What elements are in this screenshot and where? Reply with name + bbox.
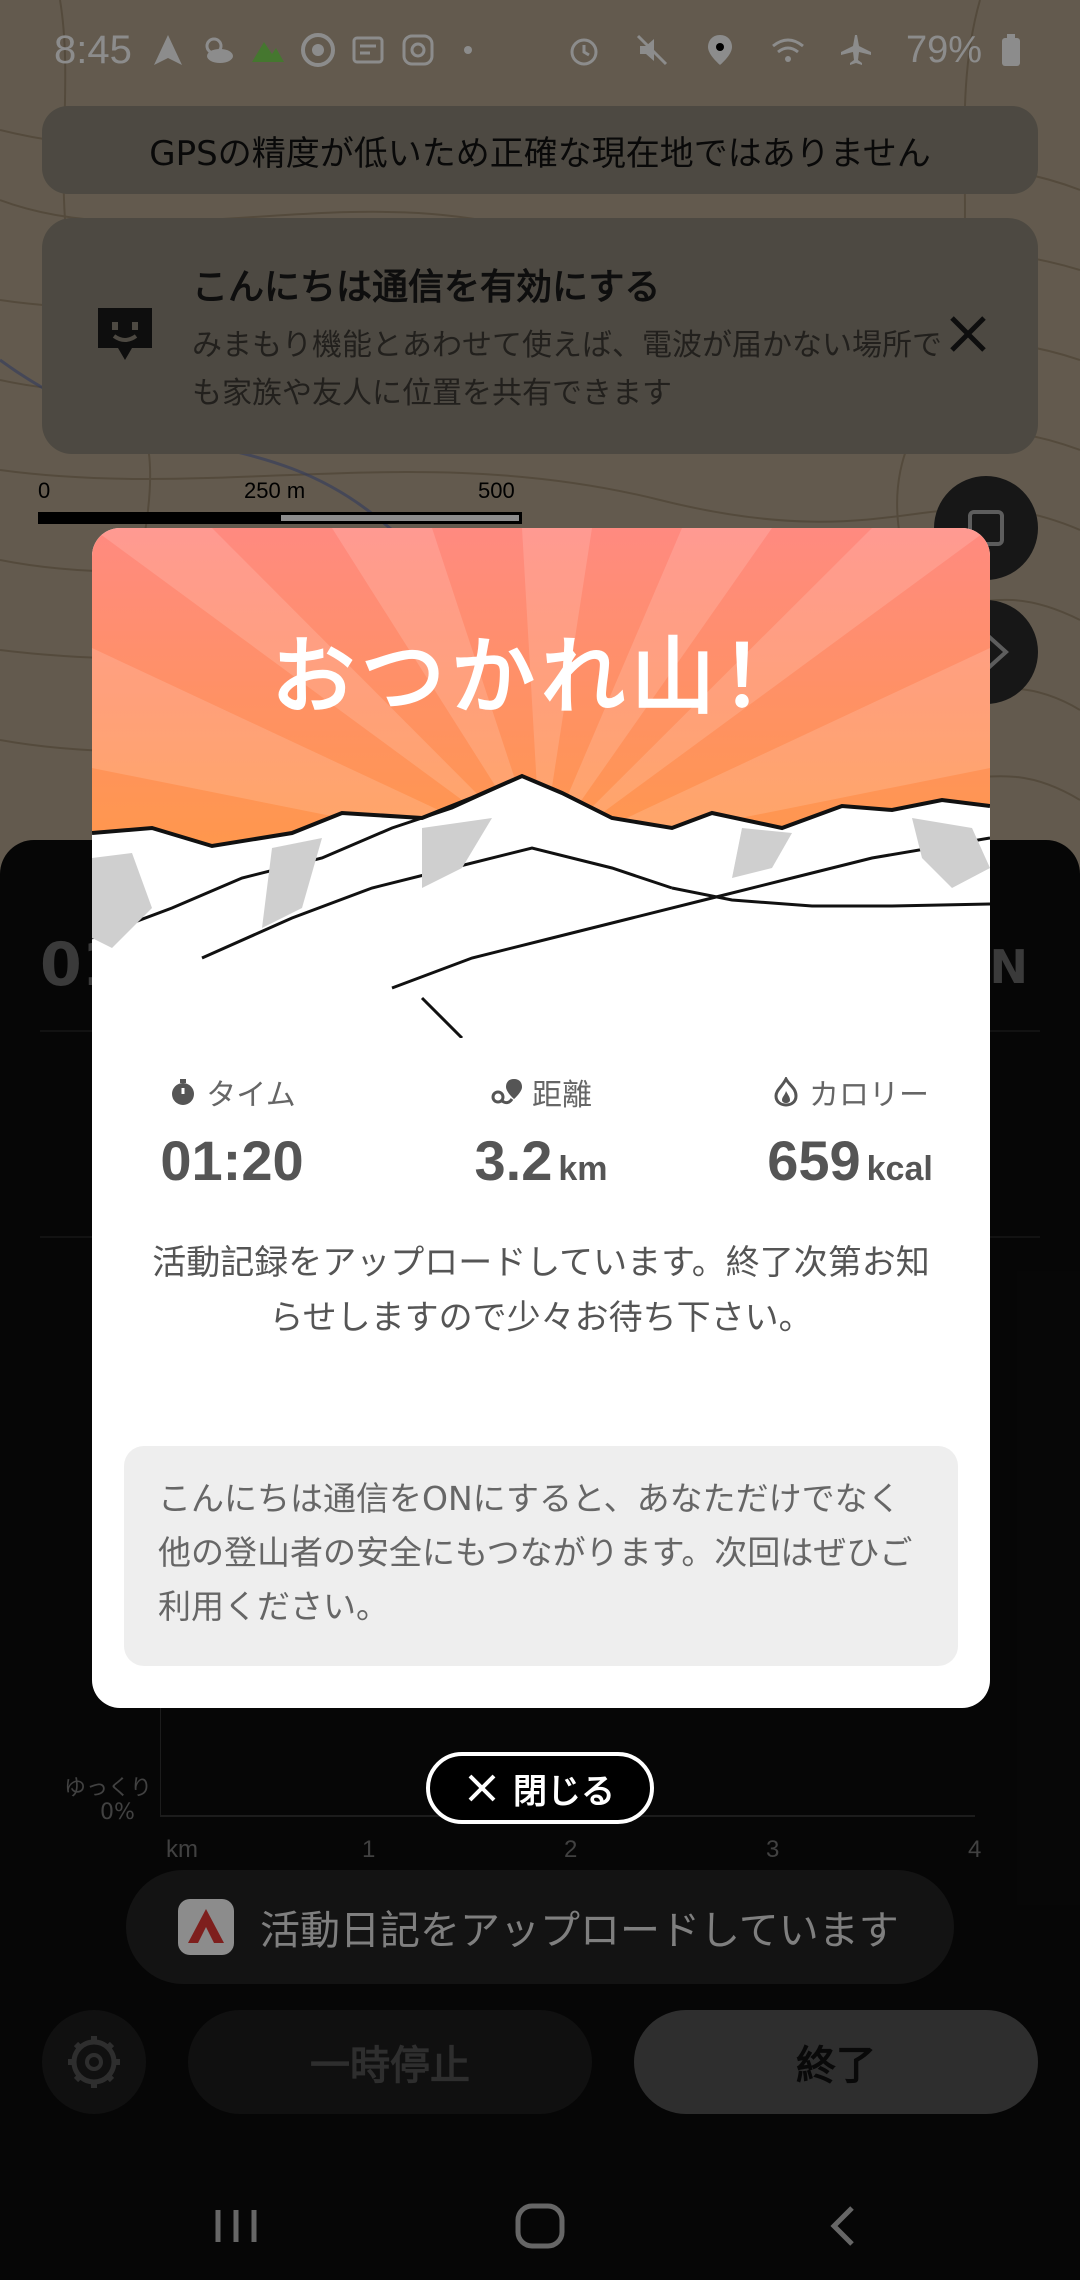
stat-distance-label: 距離 (532, 1078, 592, 1113)
stat-calories-label: カロリー (809, 1078, 929, 1113)
stat-calories-unit: kcal (866, 1150, 933, 1188)
flame-icon (774, 1077, 798, 1107)
close-dialog-button[interactable]: 閉じる (426, 1752, 654, 1824)
stat-calories-value: 659 (767, 1129, 861, 1192)
stat-time-value: 01:20 (160, 1129, 304, 1192)
stat-distance: 距離 3.2 km (391, 1070, 691, 1193)
stat-distance-unit: km (558, 1150, 608, 1188)
close-dialog-label: 閉じる (513, 1771, 615, 1812)
stopwatch-icon (172, 1079, 195, 1105)
stat-distance-value: 3.2 (474, 1129, 553, 1192)
stat-calories: カロリー 659 kcal (700, 1070, 990, 1193)
distance-pin-icon (491, 1079, 522, 1105)
upload-message: 活動記録をアップロードしています。終了次第お知らせしますので少々お待ち下さい。 (152, 1243, 930, 1338)
konnichiwa-note: こんにちは通信をONにすると、あなただけでなく他の登山者の安全にもつながります。… (124, 1446, 958, 1666)
stat-time-label: タイム (206, 1078, 296, 1113)
stat-time: タイム 01:20 (92, 1070, 382, 1193)
activity-stats: タイム 01:20 距離 3.2 km カロリー 659 kcal (92, 1070, 990, 1210)
celebration-banner (92, 528, 990, 1038)
activity-complete-dialog: おつかれ山！ タイム 01:20 距離 3.2 km カロリー 659 kcal 活… (92, 528, 990, 1708)
close-icon (468, 1774, 496, 1802)
congrats-headline: おつかれ山！ (270, 628, 811, 726)
